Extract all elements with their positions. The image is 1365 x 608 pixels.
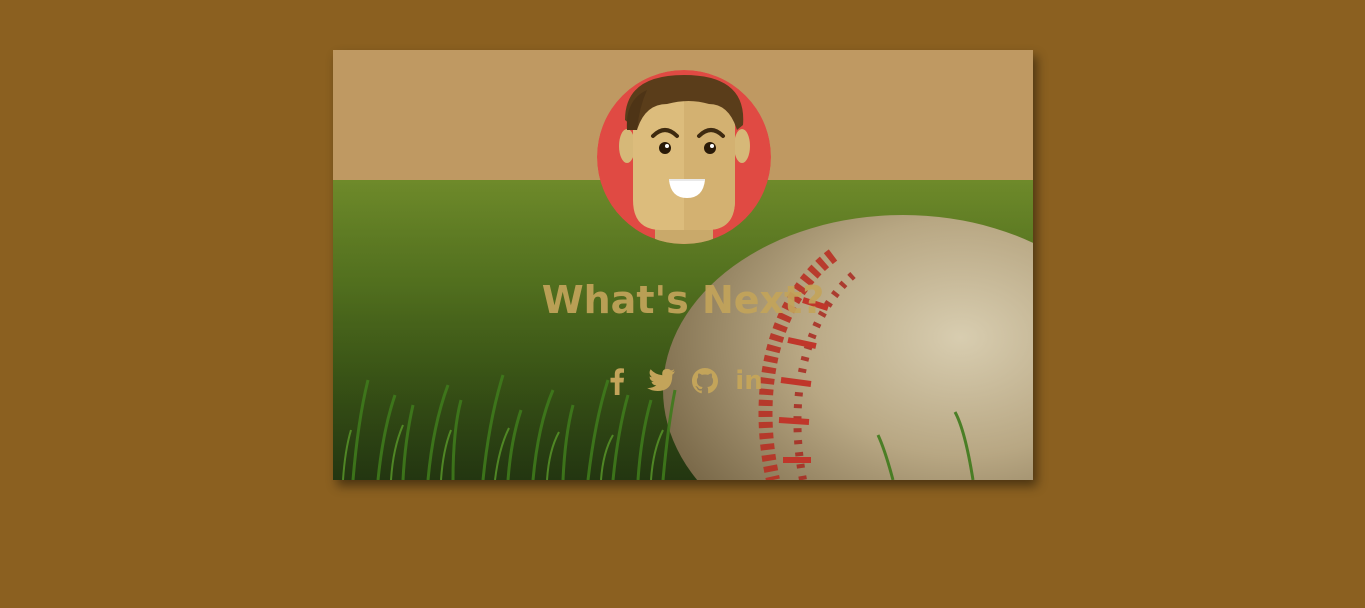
profile-card: What's Next? in xyxy=(333,50,1033,480)
twitter-icon xyxy=(647,368,675,391)
twitter-link[interactable] xyxy=(645,364,677,398)
cartoon-face-icon xyxy=(597,70,771,244)
linkedin-icon: in xyxy=(735,366,763,396)
social-links: in xyxy=(333,364,1033,398)
linkedin-link[interactable]: in xyxy=(733,364,765,398)
github-icon xyxy=(692,368,718,394)
facebook-link[interactable] xyxy=(601,364,633,398)
github-link[interactable] xyxy=(689,364,721,398)
page-title: What's Next? xyxy=(541,278,825,322)
avatar xyxy=(597,70,771,244)
facebook-icon xyxy=(610,368,624,395)
